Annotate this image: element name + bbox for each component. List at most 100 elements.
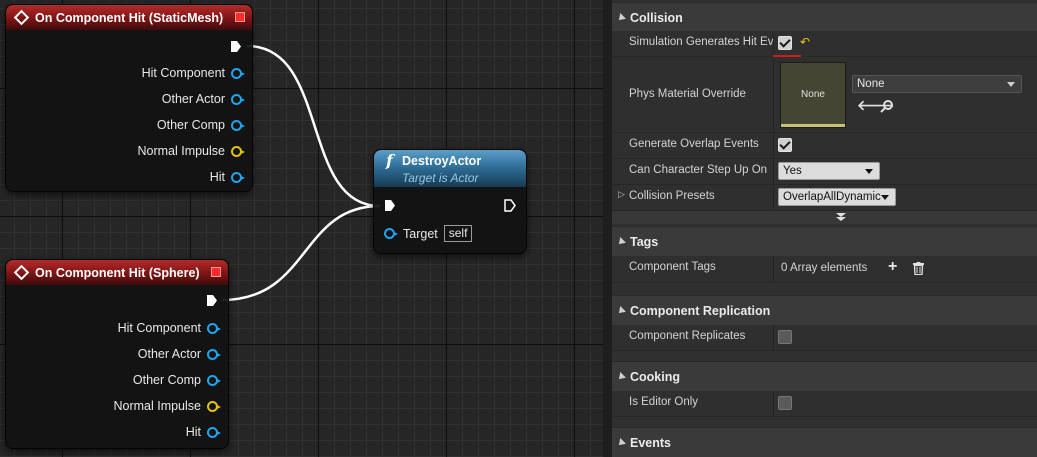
column-divider <box>773 256 774 282</box>
event-node-staticmesh[interactable]: On Component Hit (StaticMesh) Hit Compon… <box>6 5 252 191</box>
expand-arrow-icon <box>616 236 626 247</box>
generate-overlap-checkbox[interactable] <box>778 138 792 152</box>
browse-magnifier-icon[interactable] <box>880 99 894 113</box>
column-divider <box>773 133 774 158</box>
target-default-value: self <box>443 225 473 242</box>
dropdown-caret-icon <box>865 169 873 174</box>
exec-out-pin[interactable] <box>206 294 218 307</box>
reset-to-default-icon[interactable]: ↶ <box>800 35 810 49</box>
pin-label: Hit Component <box>117 321 201 335</box>
property-label: Generate Overlap Events <box>629 138 759 150</box>
pin-other-actor[interactable]: Other Actor <box>137 345 221 363</box>
event-node-header[interactable]: On Component Hit (StaticMesh) <box>6 5 252 30</box>
pin-hit[interactable]: Hit <box>185 423 221 441</box>
combo-value: Yes <box>783 165 802 177</box>
function-node-destroyactor[interactable]: f DestroyActor Target is Actor Target se… <box>374 150 526 253</box>
pin-hit[interactable]: Hit <box>210 168 245 186</box>
category-tags[interactable]: Tags <box>612 226 1037 256</box>
struct-pin-icon[interactable] <box>207 400 221 412</box>
object-pin-icon[interactable] <box>384 228 398 239</box>
exec-out-pin[interactable] <box>504 199 516 212</box>
panel-splitter[interactable] <box>603 0 612 457</box>
exec-wire-sphere <box>221 204 381 302</box>
event-node-title: On Component Hit (StaticMesh) <box>35 10 224 25</box>
component-replicates-checkbox[interactable] <box>778 330 792 344</box>
event-node-header[interactable]: On Component Hit (Sphere) <box>6 260 228 285</box>
column-divider <box>773 325 774 350</box>
category-component-replication[interactable]: Component Replication <box>612 295 1037 325</box>
expand-arrow-icon <box>616 437 626 448</box>
target-label: Target <box>403 226 438 241</box>
function-node-title: DestroyActor <box>402 154 482 168</box>
object-pin-icon[interactable] <box>207 322 221 334</box>
object-pin-icon[interactable] <box>207 348 221 360</box>
phys-material-combo[interactable]: None <box>852 75 1022 93</box>
pin-normal-impulse[interactable]: Normal Impulse <box>137 142 245 160</box>
pin-other-actor[interactable]: Other Actor <box>161 90 245 108</box>
struct-pin-icon[interactable] <box>231 145 245 157</box>
category-title: Collision <box>630 10 683 25</box>
pin-hit-component[interactable]: Hit Component <box>141 64 245 82</box>
property-label: Collision Presets <box>629 190 715 202</box>
object-pin-icon[interactable] <box>231 93 245 105</box>
category-title: Component Replication <box>630 303 771 318</box>
category-cooking[interactable]: Cooking <box>612 361 1037 391</box>
exec-wire-staticmesh <box>246 44 381 208</box>
pin-label: Hit Component <box>141 66 225 80</box>
dropdown-caret-icon <box>881 195 889 200</box>
collision-presets-combo[interactable]: OverlapAllDynamic <box>778 188 896 206</box>
column-divider <box>773 185 774 210</box>
function-icon: f <box>386 151 393 170</box>
category-title: Tags <box>630 234 659 249</box>
event-diamond-icon <box>13 9 30 26</box>
column-divider <box>773 57 774 132</box>
event-node-sphere[interactable]: On Component Hit (Sphere) Hit Component … <box>6 260 228 448</box>
column-divider <box>773 159 774 184</box>
exec-in-pin[interactable] <box>384 199 396 212</box>
step-up-combo[interactable]: Yes <box>778 162 880 180</box>
stop-icon <box>235 12 245 22</box>
object-pin-icon[interactable] <box>231 171 245 183</box>
row-component-tags: Component Tags 0 Array elements + <box>612 256 1037 283</box>
trash-icon[interactable] <box>913 262 924 275</box>
row-sim-generates-hit: Simulation Generates Hit Eve ↶ <box>612 31 1037 57</box>
pin-other-comp[interactable]: Other Comp <box>132 371 221 389</box>
row-can-character-step-up: Can Character Step Up On Yes <box>612 159 1037 185</box>
exec-out-pin[interactable] <box>230 40 242 53</box>
row-generate-overlap-events: Generate Overlap Events <box>612 133 1037 159</box>
dropdown-caret-icon <box>1007 82 1015 87</box>
pin-label: Normal Impulse <box>113 399 201 413</box>
expand-arrow-icon <box>616 12 626 23</box>
is-editor-only-checkbox[interactable] <box>778 396 792 410</box>
row-collision-presets: ▷ Collision Presets OverlapAllDynamic <box>612 185 1037 211</box>
pin-label: Other Comp <box>132 373 201 387</box>
object-pin-icon[interactable] <box>231 67 245 79</box>
event-diamond-icon <box>13 264 30 281</box>
pin-label: Hit <box>185 425 201 439</box>
advanced-expander[interactable] <box>612 211 1037 224</box>
object-pin-icon[interactable] <box>207 426 221 438</box>
blueprint-graph[interactable]: On Component Hit (StaticMesh) Hit Compon… <box>0 0 603 457</box>
column-divider <box>773 31 774 56</box>
stop-icon <box>211 267 221 277</box>
thumbnail-label: None <box>801 89 825 100</box>
expand-arrow-icon <box>616 305 626 316</box>
object-pin-icon[interactable] <box>207 374 221 386</box>
expand-arrow-icon[interactable]: ▷ <box>618 189 625 200</box>
function-node-header[interactable]: f DestroyActor Target is Actor <box>374 150 526 187</box>
pin-other-comp[interactable]: Other Comp <box>157 116 245 134</box>
category-events[interactable]: Events <box>612 427 1037 457</box>
function-node-subtitle: Target is Actor <box>402 171 479 185</box>
object-pin-icon[interactable] <box>231 119 245 131</box>
target-pin-row[interactable]: Target self <box>384 225 473 242</box>
category-collision[interactable]: Collision <box>612 2 1037 32</box>
pin-normal-impulse[interactable]: Normal Impulse <box>113 397 221 415</box>
pin-label: Other Actor <box>161 92 225 106</box>
pin-hit-component[interactable]: Hit Component <box>117 319 221 337</box>
event-node-title: On Component Hit (Sphere) <box>35 265 200 280</box>
sim-generates-hit-checkbox[interactable] <box>778 36 792 50</box>
pin-label: Other Actor <box>137 347 201 361</box>
material-thumbnail[interactable]: None <box>780 62 846 128</box>
add-element-icon[interactable]: + <box>888 258 897 276</box>
property-label: Can Character Step Up On <box>629 164 768 176</box>
